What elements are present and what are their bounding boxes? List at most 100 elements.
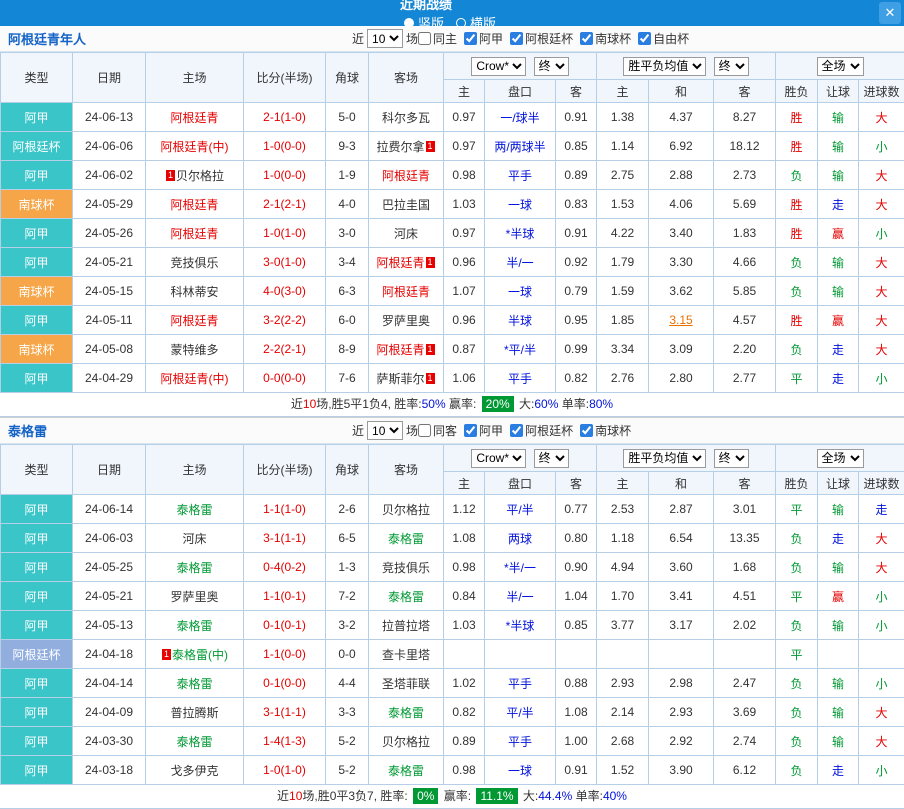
league-checkbox[interactable]: 南球杯 (580, 32, 631, 46)
red-card-icon: 1 (426, 141, 435, 152)
asian-away-odds: 0.90 (556, 553, 597, 582)
column-header-handicap: 盘口 (485, 472, 556, 495)
league-type-badge: 阿甲 (1, 495, 73, 524)
asian-home-odds: 0.84 (444, 582, 485, 611)
league-checkbox[interactable]: 南球杯 (580, 424, 631, 438)
section-head: 阿根廷青年人 近 10 场 同主阿甲阿根廷杯南球杯自由杯 (0, 26, 904, 52)
league-checkbox[interactable]: 阿根廷杯 (510, 424, 573, 438)
league-checkbox[interactable]: 阿甲 (464, 424, 503, 438)
home-team: 泰格雷 (146, 495, 244, 524)
handicap-final-select[interactable]: 终 (534, 57, 569, 76)
summary-text: 单率: (572, 789, 603, 803)
summary-text: 40% (603, 789, 627, 803)
result: 负 (776, 277, 818, 306)
euro-home-odds: 4.22 (597, 219, 649, 248)
euro-away-odds: 2.74 (714, 727, 776, 756)
section-head: 泰格雷 近 10 场 同客阿甲阿根廷杯南球杯 (0, 417, 904, 444)
column-header-euro-draw: 和 (649, 472, 714, 495)
asian-away-odds: 0.95 (556, 306, 597, 335)
scope-select[interactable]: 全场 (817, 57, 864, 76)
euro-odds-type-select[interactable]: 胜平负均值 (623, 449, 706, 468)
recent-count-select[interactable]: 10 (367, 421, 403, 440)
goals-result: 走 (859, 495, 904, 524)
euro-draw-odds: 4.06 (649, 190, 714, 219)
summary-text: 赢率: (440, 789, 474, 803)
home-team: 阿根廷青 (146, 103, 244, 132)
handicap-final-select[interactable]: 终 (534, 449, 569, 468)
league-type-badge: 南球杯 (1, 190, 73, 219)
goals-result: 大 (859, 698, 904, 727)
filter-controls: 近 10 场 同客阿甲阿根廷杯南球杯 (352, 421, 638, 440)
euro-final-select[interactable]: 终 (714, 449, 749, 468)
goals-result: 大 (859, 553, 904, 582)
handicap: *半球 (485, 611, 556, 640)
handicap-result: 输 (818, 727, 859, 756)
league-checkbox[interactable]: 阿根廷杯 (510, 32, 573, 46)
bookmaker-select[interactable]: Crow* (471, 57, 526, 76)
column-header-handicap-result: 让球 (818, 80, 859, 103)
match-date: 24-05-26 (73, 219, 146, 248)
away-team: 拉普拉塔 (369, 611, 444, 640)
team-section-tigre: 泰格雷 近 10 场 同客阿甲阿根廷杯南球杯 类型 日期 主场 比分(半场) 角… (0, 417, 904, 809)
asian-home-odds: 0.98 (444, 553, 485, 582)
column-header-corner: 角球 (326, 445, 369, 495)
league-checkbox[interactable]: 同主 (418, 32, 457, 46)
handicap: *半球 (485, 219, 556, 248)
handicap-result: 输 (818, 611, 859, 640)
handicap-result: 输 (818, 277, 859, 306)
match-row: 阿甲24-05-26阿根廷青1-0(1-0)3-0河床0.97*半球0.914.… (1, 219, 904, 248)
handicap: *平/半 (485, 335, 556, 364)
bookmaker-select[interactable]: Crow* (471, 449, 526, 468)
summary-text: 场,胜5平1负4, 胜率: (316, 397, 421, 411)
league-checkbox[interactable]: 同客 (418, 424, 457, 438)
recent-count-select[interactable]: 10 (367, 29, 403, 48)
match-row: 阿根廷杯24-06-06阿根廷青(中)1-0(0-0)9-3拉费尔拿10.97两… (1, 132, 904, 161)
euro-away-odds (714, 640, 776, 669)
home-team: 科林蒂安 (146, 277, 244, 306)
games-label: 场 (406, 422, 418, 439)
summary-text: 场,胜0平3负7, 胜率: (302, 789, 411, 803)
league-checkbox[interactable]: 阿甲 (464, 32, 503, 46)
euro-draw-odds[interactable]: 3.15 (649, 306, 714, 335)
euro-odds-filter-cell: 胜平负均值 终 (597, 445, 776, 472)
corner-score: 3-3 (326, 698, 369, 727)
euro-draw-odds: 2.92 (649, 727, 714, 756)
column-header-result: 胜负 (776, 472, 818, 495)
goals-result: 大 (859, 524, 904, 553)
handicap-result (818, 640, 859, 669)
away-team: 泰格雷 (369, 698, 444, 727)
home-team: 戈多伊克 (146, 756, 244, 785)
euro-draw-odds: 3.17 (649, 611, 714, 640)
column-header-home: 主场 (146, 53, 244, 103)
league-checkbox[interactable]: 自由杯 (638, 32, 689, 46)
euro-draw-odds: 2.88 (649, 161, 714, 190)
summary-text: 50% (422, 397, 446, 411)
close-icon[interactable]: ✕ (879, 2, 901, 24)
match-row: 南球杯24-05-29阿根廷青2-1(2-1)4-0巴拉圭国1.03一球0.83… (1, 190, 904, 219)
matches-table: 类型 日期 主场 比分(半场) 角球 客场 Crow* 终 胜平负均值 终 全场 (0, 444, 904, 785)
home-team: 竞技俱乐 (146, 248, 244, 277)
scope-select[interactable]: 全场 (817, 449, 864, 468)
euro-home-odds: 1.53 (597, 190, 649, 219)
match-row: 阿甲24-04-29阿根廷青(中)0-0(0-0)7-6萨斯菲尔11.06平手0… (1, 364, 904, 393)
corner-score: 3-0 (326, 219, 369, 248)
euro-final-select[interactable]: 终 (714, 57, 749, 76)
corner-score: 3-2 (326, 611, 369, 640)
euro-home-odds: 3.34 (597, 335, 649, 364)
result: 负 (776, 553, 818, 582)
match-row: 阿甲24-06-13阿根廷青2-1(1-0)5-0科尔多瓦0.97一/球半0.9… (1, 103, 904, 132)
corner-score: 6-0 (326, 306, 369, 335)
corner-score: 3-4 (326, 248, 369, 277)
league-type-badge: 阿甲 (1, 306, 73, 335)
euro-odds-type-select[interactable]: 胜平负均值 (623, 57, 706, 76)
asian-home-odds (444, 640, 485, 669)
result: 负 (776, 161, 818, 190)
away-team: 竞技俱乐 (369, 553, 444, 582)
euro-away-odds: 1.68 (714, 553, 776, 582)
handicap: 半/一 (485, 582, 556, 611)
euro-draw-odds: 3.09 (649, 335, 714, 364)
euro-away-odds: 2.20 (714, 335, 776, 364)
column-header-score: 比分(半场) (244, 53, 326, 103)
home-team: 泰格雷 (146, 553, 244, 582)
euro-away-odds: 1.83 (714, 219, 776, 248)
